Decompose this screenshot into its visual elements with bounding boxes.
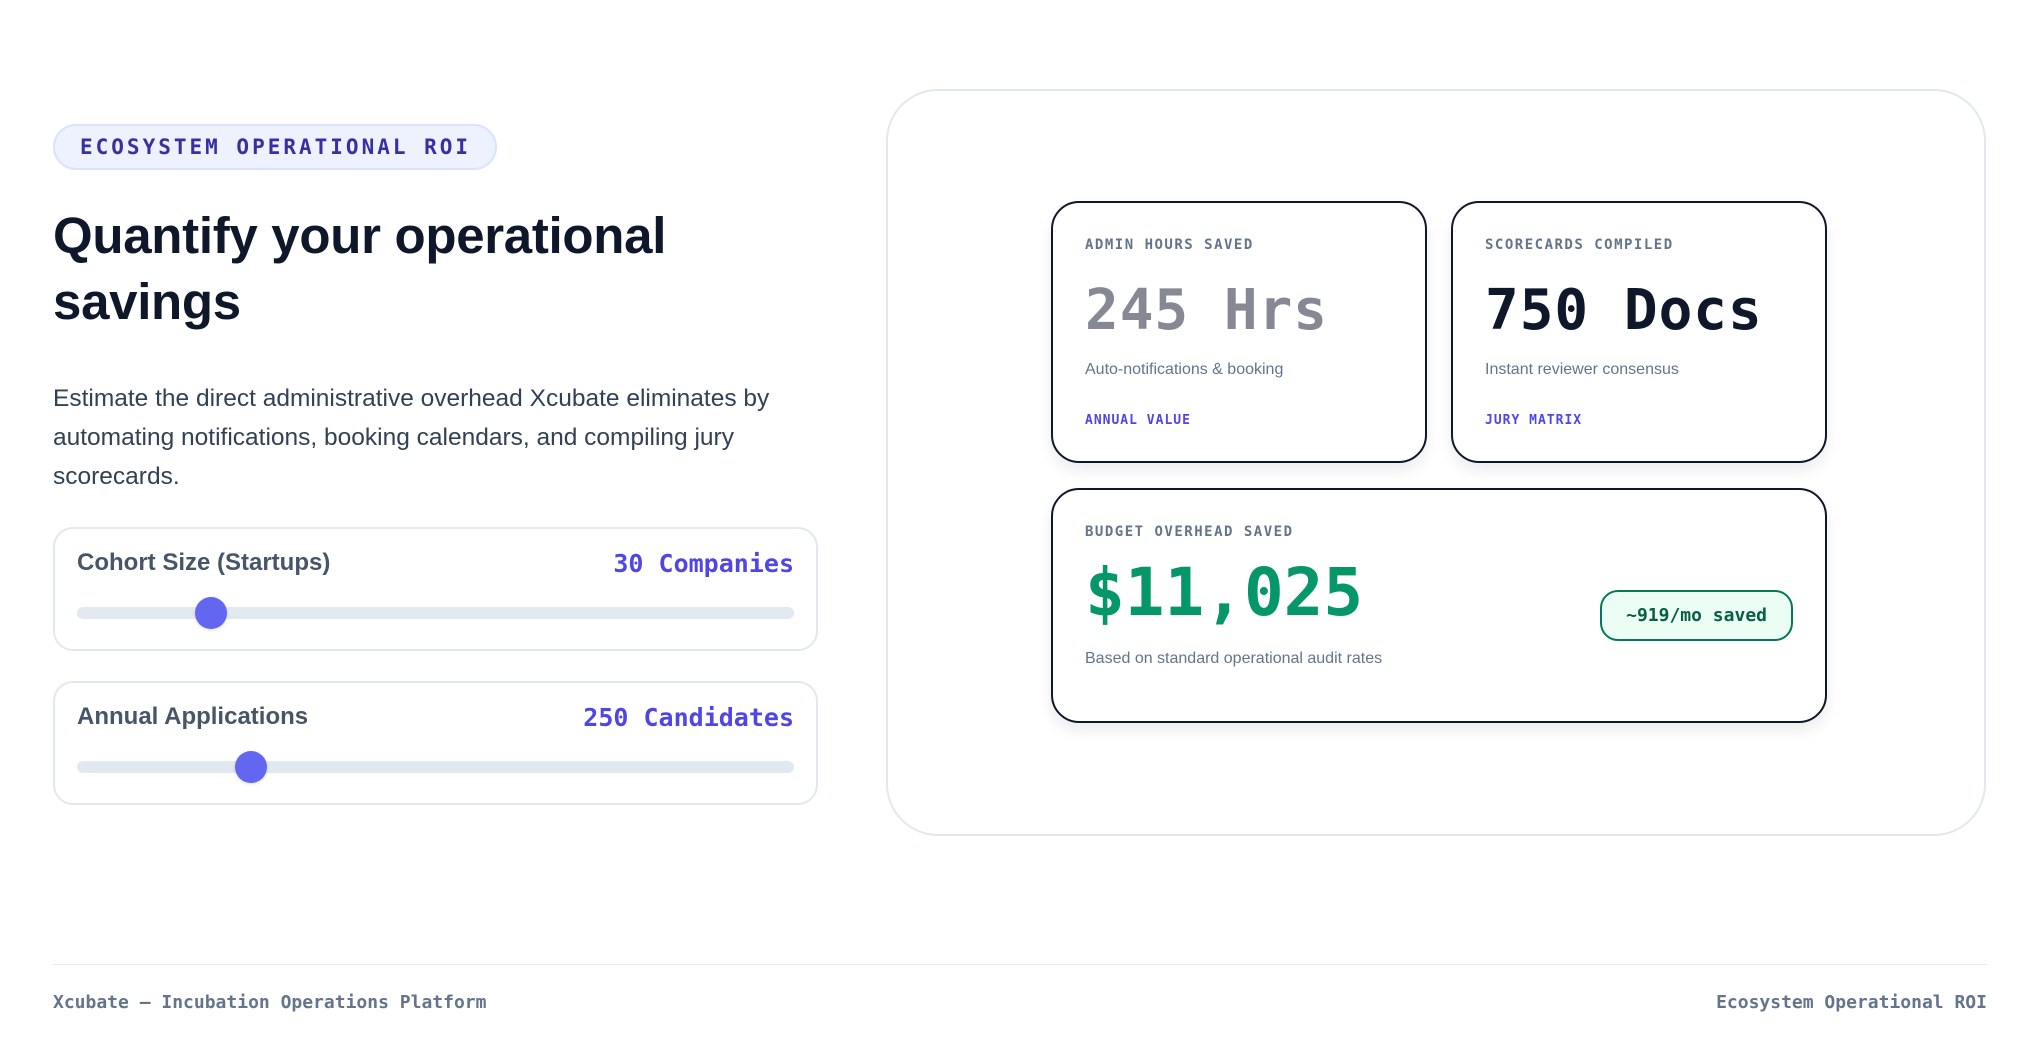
section-eyebrow-badge: ECOSYSTEM OPERATIONAL ROI	[53, 124, 498, 170]
admin-hours-footnote: ANNUAL VALUE	[1085, 413, 1191, 428]
footer-section-name: Ecosystem Operational ROI	[1716, 992, 1987, 1013]
scorecards-label: SCORECARDS COMPILED	[1485, 237, 1674, 253]
scorecards-card: SCORECARDS COMPILED 750 Docs Instant rev…	[1451, 201, 1827, 463]
scorecards-value: 750 Docs	[1485, 278, 1763, 343]
annual-applications-value: 250 Candidates	[583, 703, 794, 732]
budget-overhead-description: Based on standard operational audit rate…	[1085, 650, 1383, 667]
scorecards-description: Instant reviewer consensus	[1485, 361, 1679, 378]
roi-results-panel: ADMIN HOURS SAVED 245 Hrs Auto-notificat…	[886, 89, 1986, 836]
budget-overhead-card: BUDGET OVERHEAD SAVED $11,025 Based on s…	[1051, 488, 1827, 723]
roi-intro: ECOSYSTEM OPERATIONAL ROI Quantify your …	[53, 124, 823, 805]
monthly-savings-badge: ~919/mo saved	[1600, 590, 1793, 641]
cohort-size-value: 30 Companies	[613, 549, 794, 578]
annual-applications-slider-thumb[interactable]	[234, 751, 267, 783]
page-description: Estimate the direct administrative overh…	[53, 385, 770, 490]
admin-hours-description: Auto-notifications & booking	[1085, 361, 1284, 378]
admin-hours-label: ADMIN HOURS SAVED	[1085, 237, 1254, 253]
cohort-size-slider-track[interactable]	[77, 597, 794, 629]
annual-applications-slider-card: Annual Applications 250 Candidates	[53, 681, 818, 805]
annual-applications-slider-track[interactable]	[77, 751, 794, 783]
footer-divider	[53, 964, 1987, 965]
cohort-size-label: Cohort Size (Startups)	[77, 549, 331, 576]
footer-brand: Xcubate — Incubation Operations Platform	[53, 992, 487, 1013]
annual-applications-label: Annual Applications	[77, 703, 309, 730]
cohort-size-slider-card: Cohort Size (Startups) 30 Companies	[53, 527, 818, 651]
cohort-size-slider-thumb[interactable]	[195, 597, 228, 629]
scorecards-footnote: JURY MATRIX	[1485, 413, 1583, 428]
admin-hours-card: ADMIN HOURS SAVED 245 Hrs Auto-notificat…	[1051, 201, 1427, 463]
budget-overhead-value: $11,025	[1085, 554, 1364, 631]
page-title: Quantify your operational savings	[53, 207, 667, 330]
budget-overhead-label: BUDGET OVERHEAD SAVED	[1085, 524, 1294, 540]
admin-hours-value: 245 Hrs	[1085, 278, 1329, 343]
